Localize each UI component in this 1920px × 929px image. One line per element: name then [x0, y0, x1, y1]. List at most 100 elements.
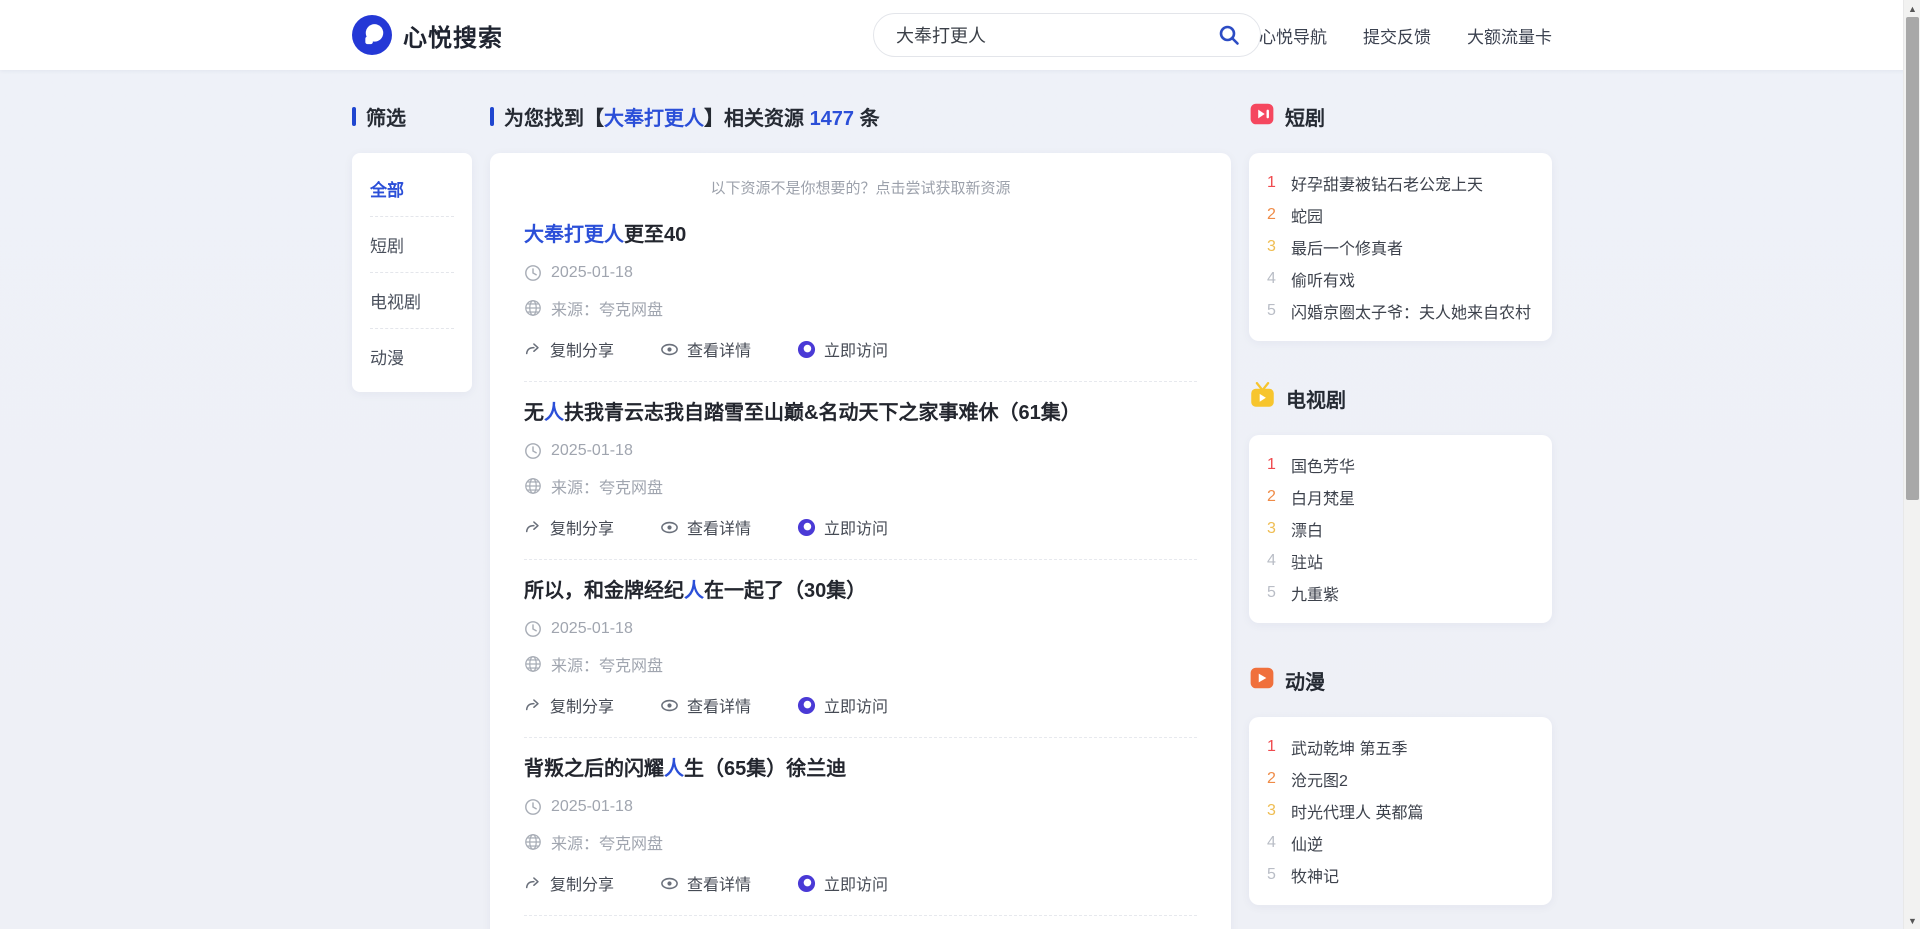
filter-sidebar: 筛选 全部短剧电视剧动漫 [352, 103, 472, 392]
result-title[interactable]: 背叛之后的闪耀人生（65集）徐兰迪 [524, 754, 1197, 784]
filter-item-0[interactable]: 全部 [370, 161, 454, 217]
result-title[interactable]: 大奉打更人更至40 [524, 220, 1197, 250]
rank-number: 2 [1267, 770, 1291, 788]
visit-now-button[interactable]: 立即访问 [797, 337, 888, 361]
results-heading-keyword: 大奉打更人 [604, 108, 704, 130]
rank-item-title: 闪婚京圈太子爷：夫人她来自农村 [1291, 299, 1531, 323]
rank-number: 3 [1267, 520, 1291, 538]
rank-item-title: 驻站 [1291, 549, 1323, 573]
rank-number: 1 [1267, 456, 1291, 474]
rank-item-title: 武动乾坤 第五季 [1291, 735, 1407, 759]
clock-icon [524, 620, 542, 638]
result-title[interactable]: 所以，和金牌经纪人在一起了（30集） [524, 576, 1197, 606]
rank-item[interactable]: 5九重紫 [1249, 577, 1552, 609]
rank-item-title: 漂白 [1291, 517, 1323, 541]
result-item: 所以，和金牌经纪人在一起了（30集） 2025-01-18 来源：夸克网盘 复制… [524, 560, 1197, 738]
rank-item[interactable]: 3时光代理人 英都篇 [1249, 795, 1552, 827]
visit-now-button[interactable]: 立即访问 [797, 515, 888, 539]
filter-item-3[interactable]: 动漫 [370, 329, 454, 384]
rank-number: 3 [1267, 802, 1291, 820]
rank-item-title: 白月梵星 [1291, 485, 1355, 509]
result-source: 来源：夸克网盘 [551, 296, 663, 320]
nav-link-data-card[interactable]: 大额流量卡 [1467, 23, 1552, 48]
visit-now-button[interactable]: 立即访问 [797, 693, 888, 717]
result-date-row: 2025-01-18 [524, 264, 1197, 282]
visit-circle-icon [797, 696, 816, 715]
rank-number: 5 [1267, 866, 1291, 884]
heading-accent-bar [490, 107, 494, 126]
tv-icon [1249, 382, 1276, 414]
rank-item[interactable]: 1武动乾坤 第五季 [1249, 731, 1552, 763]
rank-item[interactable]: 5闪婚京圈太子爷：夫人她来自农村 [1249, 295, 1552, 327]
search-input[interactable] [896, 25, 1214, 46]
rank-item[interactable]: 4偷听有戏 [1249, 263, 1552, 295]
result-item: 大奉打更人更至40 2025-01-18 来源：夸克网盘 复制分享 [524, 204, 1197, 382]
rank-item[interactable]: 4驻站 [1249, 545, 1552, 577]
heading-accent-bar [352, 107, 356, 126]
brand[interactable]: 心悦搜索 [352, 15, 503, 55]
rank-number: 4 [1267, 270, 1291, 288]
rank-item[interactable]: 5牧神记 [1249, 859, 1552, 891]
visit-circle-icon [797, 340, 816, 359]
result-actions: 复制分享 查看详情 立即访问 [524, 693, 1197, 717]
rank-number: 1 [1267, 738, 1291, 756]
rank-item-title: 蛇园 [1291, 203, 1323, 227]
view-detail-button[interactable]: 查看详情 [660, 871, 751, 895]
scrollbar[interactable]: ▲ ▼ [1903, 0, 1920, 929]
result-source-row: 来源：夸克网盘 [524, 474, 1197, 498]
filter-item-1[interactable]: 短剧 [370, 217, 454, 273]
rank-item[interactable]: 3漂白 [1249, 513, 1552, 545]
refresh-notice[interactable]: 以下资源不是你想要的？点击尝试获取新资源 [524, 177, 1197, 198]
eye-icon [660, 874, 679, 893]
scrollbar-up-arrow-icon[interactable]: ▲ [1904, 0, 1920, 17]
visit-circle-icon [797, 518, 816, 537]
rank-item[interactable]: 2沧元图2 [1249, 763, 1552, 795]
copy-share-button[interactable]: 复制分享 [524, 515, 614, 539]
rank-heading: 短剧 [1249, 103, 1552, 129]
view-detail-button[interactable]: 查看详情 [660, 515, 751, 539]
filter-card: 全部短剧电视剧动漫 [352, 153, 472, 392]
rank-item[interactable]: 2白月梵星 [1249, 481, 1552, 513]
rank-item[interactable]: 3最后一个修真者 [1249, 231, 1552, 263]
rank-number: 5 [1267, 584, 1291, 602]
result-date: 2025-01-18 [551, 798, 633, 816]
rank-item-title: 偷听有戏 [1291, 267, 1355, 291]
rank-section: 短剧 1好孕甜妻被钻石老公宠上天2蛇园3最后一个修真者4偷听有戏5闪婚京圈太子爷… [1249, 103, 1552, 341]
view-detail-button[interactable]: 查看详情 [660, 693, 751, 717]
result-source: 来源：夸克网盘 [551, 474, 663, 498]
rank-item-title: 仙逆 [1291, 831, 1323, 855]
rank-heading: 动漫 [1249, 667, 1552, 693]
result-source-row: 来源：夸克网盘 [524, 296, 1197, 320]
view-detail-button[interactable]: 查看详情 [660, 337, 751, 361]
rank-section-title: 动漫 [1285, 666, 1325, 695]
eye-icon [660, 696, 679, 715]
visit-now-button[interactable]: 立即访问 [797, 871, 888, 895]
copy-share-button[interactable]: 复制分享 [524, 693, 614, 717]
clock-icon [524, 442, 542, 460]
brand-name: 心悦搜索 [403, 18, 503, 53]
nav-link-navigation[interactable]: 心悦导航 [1259, 23, 1327, 48]
result-item: 背叛之后的闪耀人生（65集）徐兰迪 2025-01-18 来源：夸克网盘 复制分… [524, 738, 1197, 916]
result-source: 来源：夸克网盘 [551, 652, 663, 676]
rank-item-title: 国色芳华 [1291, 453, 1355, 477]
rank-item[interactable]: 1国色芳华 [1249, 449, 1552, 481]
result-source: 来源：夸克网盘 [551, 830, 663, 854]
result-date: 2025-01-18 [551, 620, 633, 638]
scrollbar-down-arrow-icon[interactable]: ▼ [1904, 912, 1920, 929]
result-title[interactable]: 无人扶我青云志我自踏雪至山巅&名动天下之家事难休（61集） [524, 398, 1197, 428]
top-header: 心悦搜索 心悦导航 提交反馈 大额流量卡 [0, 0, 1920, 70]
result-actions: 复制分享 查看详情 立即访问 [524, 515, 1197, 539]
share-icon [524, 874, 542, 892]
rank-section: 电视剧 1国色芳华2白月梵星3漂白4驻站5九重紫 [1249, 385, 1552, 623]
results-heading: 为您找到【大奉打更人】相关资源 1477 条 [490, 103, 1231, 129]
rank-item[interactable]: 4仙逆 [1249, 827, 1552, 859]
copy-share-button[interactable]: 复制分享 [524, 337, 614, 361]
filter-item-2[interactable]: 电视剧 [370, 273, 454, 329]
rank-number: 5 [1267, 302, 1291, 320]
rank-item[interactable]: 2蛇园 [1249, 199, 1552, 231]
nav-link-feedback[interactable]: 提交反馈 [1363, 23, 1431, 48]
copy-share-button[interactable]: 复制分享 [524, 871, 614, 895]
rank-item[interactable]: 1好孕甜妻被钻石老公宠上天 [1249, 167, 1552, 199]
search-button[interactable] [1214, 20, 1244, 50]
scrollbar-thumb[interactable] [1906, 17, 1919, 500]
